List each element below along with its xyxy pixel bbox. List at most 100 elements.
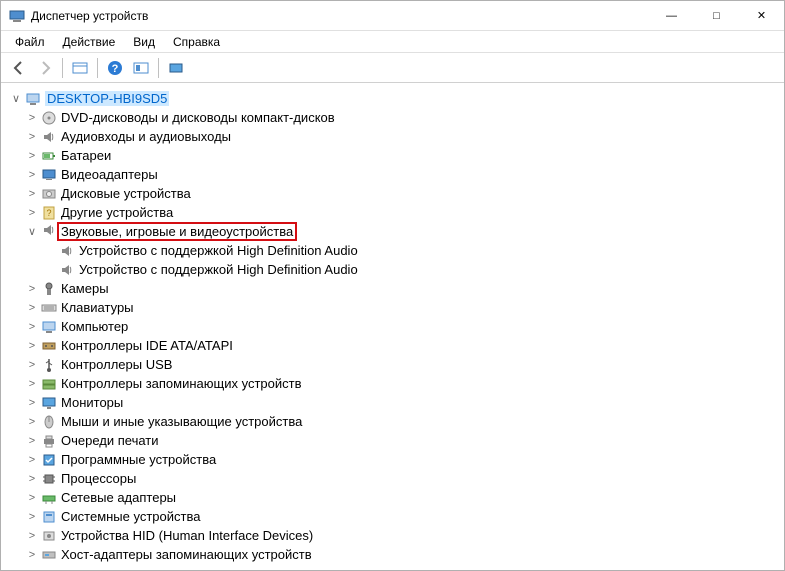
expand-icon[interactable]: > <box>25 301 39 315</box>
tree-item[interactable]: Устройство с поддержкой High Definition … <box>9 241 780 260</box>
tree-item[interactable]: >Контроллеры запоминающих устройств <box>9 374 780 393</box>
tree-item-label: Мониторы <box>61 395 123 410</box>
battery-icon <box>41 148 57 164</box>
software-icon <box>41 452 57 468</box>
svg-text:?: ? <box>112 63 119 75</box>
expand-icon[interactable]: > <box>25 149 39 163</box>
tree-item[interactable]: > Дисковые устройства <box>9 184 780 203</box>
separator <box>97 58 98 78</box>
tree-item[interactable]: >Камеры <box>9 279 780 298</box>
tree-item-label: Клавиатуры <box>61 300 134 315</box>
disk-icon <box>41 186 57 202</box>
menu-bar: Файл Действие Вид Справка <box>1 31 784 53</box>
expand-icon[interactable]: ∨ <box>9 92 23 106</box>
devices-button[interactable] <box>129 56 153 80</box>
tree-item[interactable]: > Мониторы <box>9 393 780 412</box>
tree-item[interactable]: ∨ Звуковые, игровые и видеоустройства <box>9 222 780 241</box>
app-icon <box>9 8 25 24</box>
expand-icon[interactable]: > <box>25 472 39 486</box>
tree-item-label: Звуковые, игровые и видеоустройства <box>57 222 297 241</box>
tree-item-label: Контроллеры IDE ATA/ATAPI <box>61 338 233 353</box>
expand-icon[interactable]: > <box>25 111 39 125</box>
minimize-button[interactable]: — <box>649 1 694 30</box>
expand-icon[interactable]: > <box>25 168 39 182</box>
tree-item[interactable]: > Батареи <box>9 146 780 165</box>
speaker-icon <box>41 222 57 241</box>
expand-icon[interactable]: > <box>25 491 39 505</box>
tree-item-label: Хост-адаптеры запоминающих устройств <box>61 547 312 562</box>
tree-item-label: Мыши и иные указывающие устройства <box>61 414 302 429</box>
tree-item-label: Видеоадаптеры <box>61 167 158 182</box>
monitor-icon <box>41 395 57 411</box>
expand-icon[interactable]: > <box>25 377 39 391</box>
tree-item[interactable]: >Системные устройства <box>9 507 780 526</box>
expand-icon[interactable]: > <box>25 282 39 296</box>
expand-icon[interactable]: > <box>25 434 39 448</box>
back-button[interactable] <box>7 56 31 80</box>
tree-item-label: Батареи <box>61 148 111 163</box>
tree-item[interactable]: >Процессоры <box>9 469 780 488</box>
close-button[interactable]: ✕ <box>739 1 784 30</box>
tree-item-label: Дисковые устройства <box>61 186 191 201</box>
speaker-icon <box>59 243 75 259</box>
tree-item-label: DVD-дисководы и дисководы компакт-дисков <box>61 110 335 125</box>
tree-item[interactable]: > Хост-адаптеры запоминающих устройств <box>9 545 780 564</box>
expand-icon[interactable]: > <box>25 529 39 543</box>
tree-item[interactable]: > Компьютер <box>9 317 780 336</box>
tree-item-label: Аудиовходы и аудиовыходы <box>61 129 231 144</box>
tree-item-label: Очереди печати <box>61 433 159 448</box>
forward-button[interactable] <box>33 56 57 80</box>
tree-item[interactable]: > Очереди печати <box>9 431 780 450</box>
device-tree[interactable]: ∨ DESKTOP-HBI9SD5 > DVD-дисководы и диско… <box>1 83 784 570</box>
expand-icon[interactable]: > <box>25 358 39 372</box>
menu-file[interactable]: Файл <box>7 33 53 51</box>
tree-item[interactable]: > Клавиатуры <box>9 298 780 317</box>
speaker-icon <box>41 129 57 145</box>
tree-item[interactable]: >?Другие устройства <box>9 203 780 222</box>
display-icon <box>41 167 57 183</box>
hid-icon <box>41 528 57 544</box>
tree-item[interactable]: >Контроллеры USB <box>9 355 780 374</box>
expand-icon[interactable]: > <box>25 415 39 429</box>
expand-icon[interactable]: > <box>25 548 39 562</box>
expand-icon[interactable]: > <box>25 187 39 201</box>
menu-view[interactable]: Вид <box>125 33 163 51</box>
cpu-icon <box>41 471 57 487</box>
tree-root-label: DESKTOP-HBI9SD5 <box>45 91 169 106</box>
maximize-button[interactable]: □ <box>694 1 739 30</box>
expand-icon[interactable]: > <box>25 320 39 334</box>
toolbar: ? <box>1 53 784 83</box>
separator <box>62 58 63 78</box>
expand-icon[interactable]: > <box>25 206 39 220</box>
expand-spacer <box>43 244 57 258</box>
tree-item[interactable]: >Сетевые адаптеры <box>9 488 780 507</box>
keyboard-icon <box>41 300 57 316</box>
menu-action[interactable]: Действие <box>55 33 124 51</box>
tree-item-label: Компьютер <box>61 319 128 334</box>
expand-icon[interactable]: > <box>25 339 39 353</box>
tree-item[interactable]: >Устройства HID (Human Interface Devices… <box>9 526 780 545</box>
menu-help[interactable]: Справка <box>165 33 228 51</box>
tree-item[interactable]: > Аудиовходы и аудиовыходы <box>9 127 780 146</box>
tree-root[interactable]: ∨ DESKTOP-HBI9SD5 <box>9 89 780 108</box>
tree-item[interactable]: >Программные устройства <box>9 450 780 469</box>
camera-icon <box>41 281 57 297</box>
tree-item[interactable]: > Мыши и иные указывающие устройства <box>9 412 780 431</box>
tree-item[interactable]: Устройство с поддержкой High Definition … <box>9 260 780 279</box>
disc-icon <box>41 110 57 126</box>
tree-item[interactable]: > Контроллеры IDE ATA/ATAPI <box>9 336 780 355</box>
scan-button[interactable] <box>164 56 188 80</box>
expand-icon[interactable]: > <box>25 396 39 410</box>
help-button[interactable]: ? <box>103 56 127 80</box>
expand-icon[interactable]: ∨ <box>25 225 39 239</box>
expand-icon[interactable]: > <box>25 510 39 524</box>
expand-spacer <box>43 263 57 277</box>
expand-icon[interactable]: > <box>25 453 39 467</box>
expand-icon[interactable]: > <box>25 130 39 144</box>
svg-text:?: ? <box>46 208 51 218</box>
show-hidden-button[interactable] <box>68 56 92 80</box>
computer-icon <box>41 319 57 335</box>
unknown-icon: ? <box>41 205 57 221</box>
tree-item[interactable]: > DVD-дисководы и дисководы компакт-диско… <box>9 108 780 127</box>
tree-item[interactable]: > Видеоадаптеры <box>9 165 780 184</box>
